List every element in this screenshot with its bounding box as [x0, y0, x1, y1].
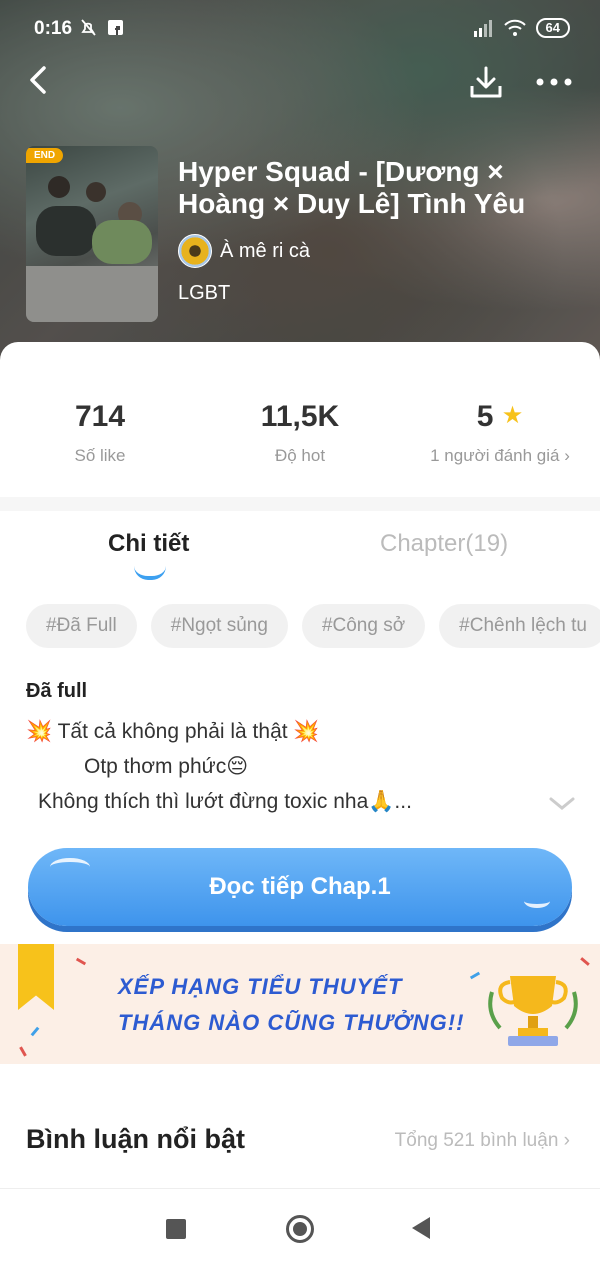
stats-row: 714 Số like 11,5K Độ hot 5 ★ 1 người đán…: [0, 342, 600, 497]
notification-icons: [80, 18, 130, 43]
description-line: Otp thơm phức😔: [84, 755, 249, 778]
ranking-promo-banner[interactable]: XẾP HẠNG TIỂU THUYẾT THÁNG NÀO CŨNG THƯỞ…: [0, 944, 600, 1064]
author-link[interactable]: À mê ri cà: [178, 234, 310, 268]
book-title: Hyper Squad - [Dương × Hoàng × Duy Lê] T…: [178, 156, 526, 219]
stat-hot: 11,5K Độ hot: [200, 400, 400, 466]
hot-value: 11,5K: [260, 400, 340, 433]
cover-floor: [26, 266, 158, 322]
cover-figure: [92, 220, 152, 264]
tag-chip[interactable]: #Đã Full: [26, 604, 137, 648]
confetti-decoration: [30, 1026, 40, 1037]
tab-chapters[interactable]: Chapter(19): [380, 530, 508, 558]
description-line: Không thích thì lướt đừng toxic nha🙏...: [38, 790, 412, 813]
featured-comments-title: Bình luận nổi bật: [26, 1124, 245, 1154]
likes-label: Số like: [74, 446, 126, 465]
confetti-decoration: [75, 957, 87, 966]
download-icon: [470, 66, 502, 98]
tag-chip[interactable]: #Công sở: [301, 604, 426, 648]
all-comments-link[interactable]: Tổng 521 bình luận ›: [395, 1130, 570, 1152]
signal-icon: [473, 20, 492, 37]
back-triangle-icon[interactable]: [412, 1217, 430, 1239]
confetti-decoration: [19, 1046, 27, 1057]
expand-description-button[interactable]: [548, 796, 576, 812]
book-cover-image[interactable]: END: [26, 146, 158, 322]
tab-bar: Chi tiết Chapter(19): [0, 522, 600, 582]
tag-chip[interactable]: #Chênh lệch tu: [439, 604, 600, 648]
more-dots-icon: [536, 78, 572, 86]
mute-icon: [81, 19, 123, 36]
cover-figure: [48, 176, 70, 198]
battery-indicator: 64: [535, 18, 570, 38]
hot-label: Độ hot: [274, 446, 326, 465]
more-options-button[interactable]: [532, 70, 576, 94]
chevron-left-icon: [30, 66, 46, 94]
cover-figure: [36, 206, 96, 256]
star-icon: ★: [501, 402, 524, 429]
cover-figure: [86, 182, 106, 202]
status-bar: 0:16 64: [0, 0, 600, 58]
author-avatar: [178, 234, 212, 268]
system-navigation-bar: [0, 1188, 600, 1268]
status-time: 0:16: [34, 18, 73, 39]
button-highlight: [50, 858, 90, 876]
tab-detail[interactable]: Chi tiết: [108, 530, 189, 558]
section-divider: [0, 497, 600, 511]
banner-headline: XẾP HẠNG TIỂU THUYẾT: [118, 974, 403, 999]
rating-label: 1 người đánh giá ›: [430, 446, 570, 465]
author-name: À mê ri cà: [220, 239, 311, 262]
category-label[interactable]: LGBT: [178, 282, 230, 305]
continue-reading-label: Đọc tiếp Chap.1: [209, 873, 391, 900]
bookmark-ribbon-icon: [18, 944, 54, 1010]
tag-chip[interactable]: #Ngọt sủng: [150, 604, 288, 648]
rating-value: 5: [476, 400, 494, 433]
button-highlight: [524, 894, 550, 908]
chevron-down-icon: [549, 797, 575, 810]
description-title: Đã full: [26, 680, 88, 702]
likes-value: 714: [74, 400, 126, 433]
home-icon[interactable]: [286, 1215, 314, 1243]
stat-rating[interactable]: 5 ★ 1 người đánh giá ›: [400, 400, 600, 466]
book-detail-card: 714 Số like 11,5K Độ hot 5 ★ 1 người đán…: [0, 342, 600, 1267]
continue-reading-button[interactable]: Đọc tiếp Chap.1: [28, 848, 572, 926]
wifi-icon: [503, 19, 526, 36]
stat-likes: 714 Số like: [0, 400, 200, 466]
back-button[interactable]: [22, 62, 58, 98]
tag-list: #Đã Full #Ngọt sủng #Công sở #Chênh lệch tu: [26, 604, 600, 648]
description-text: 💥 Tất cả không phải là thật 💥 Otp thơm p…: [26, 714, 412, 819]
system-icons: 64: [470, 18, 570, 38]
description-line: 💥 Tất cả không phải là thật 💥: [26, 720, 320, 743]
trophy-icon: [488, 976, 578, 1046]
recent-apps-icon[interactable]: [166, 1219, 186, 1239]
end-badge: END: [26, 148, 64, 163]
active-tab-indicator: [134, 566, 166, 580]
download-button[interactable]: [466, 62, 506, 102]
banner-subheadline: THÁNG NÀO CŨNG THƯỞNG!!: [118, 1010, 465, 1035]
